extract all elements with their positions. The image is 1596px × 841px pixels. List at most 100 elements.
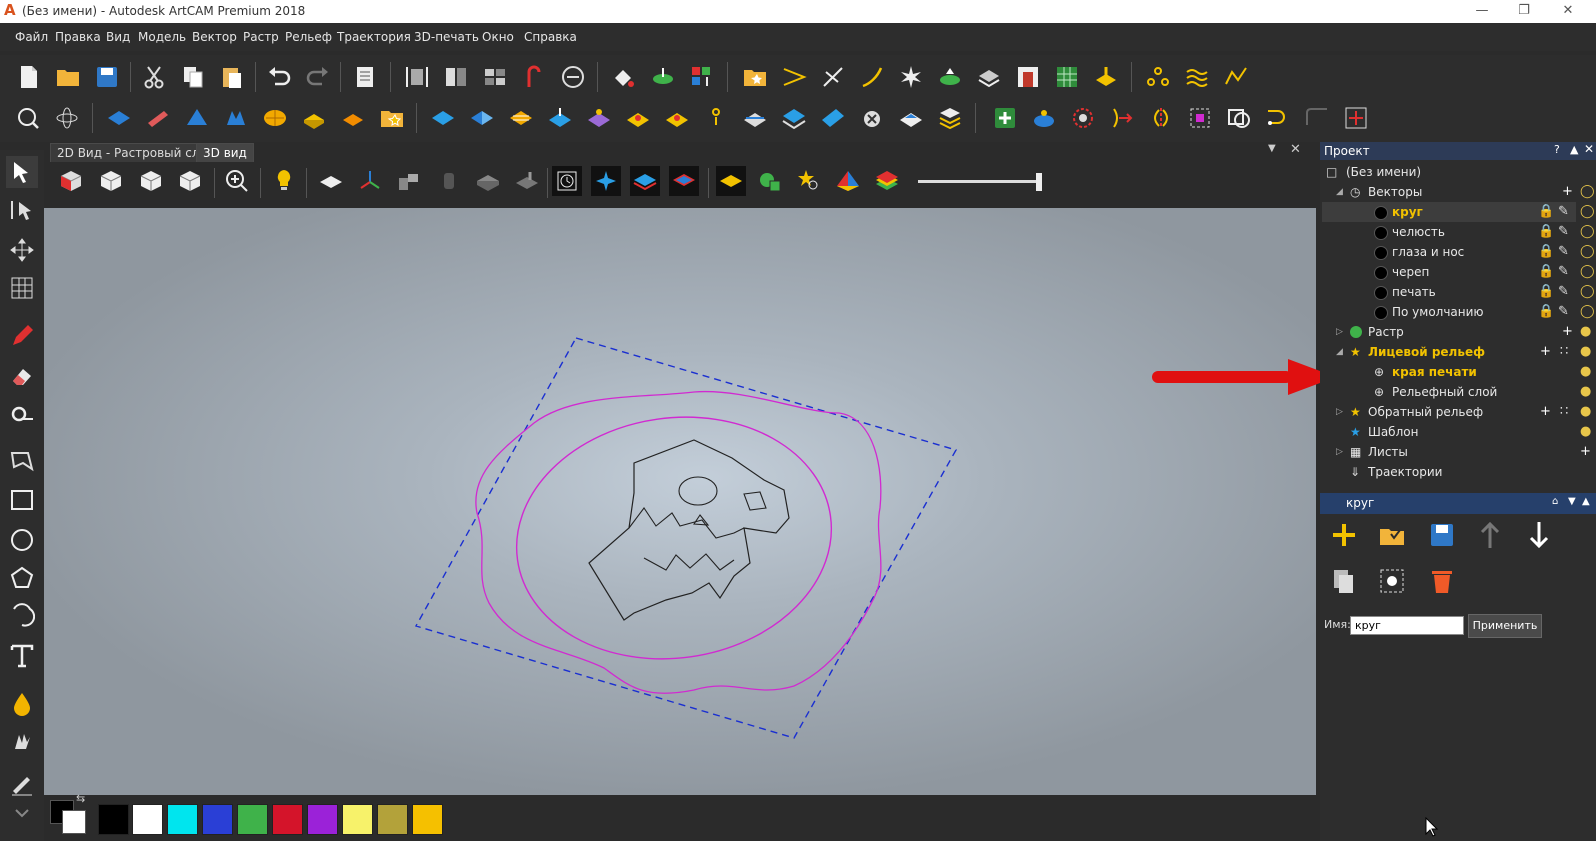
polyline-icon[interactable] (1221, 62, 1251, 92)
shape-combine-icon[interactable] (1224, 103, 1254, 133)
lock-icon[interactable]: 🔒 (1538, 302, 1554, 322)
save-icon[interactable] (92, 62, 122, 92)
layer-color-dot[interactable] (1374, 266, 1388, 280)
save-layer-button[interactable] (1426, 519, 1458, 551)
cylinder-icon[interactable] (434, 166, 464, 196)
secondary-color-swatch[interactable] (62, 810, 86, 834)
text-tool-icon[interactable] (6, 640, 38, 672)
axes-icon[interactable] (355, 166, 385, 196)
tree-item-relief-layer[interactable]: ⊕ Рельефный слой ● (1322, 382, 1591, 402)
split-view-icon[interactable] (441, 62, 471, 92)
swatch-black[interactable] (98, 804, 129, 835)
collapse-icon[interactable]: ▼ (1568, 496, 1576, 507)
tree-item-raster[interactable]: ▷ Растр + ● (1322, 322, 1592, 342)
expand-caret-icon[interactable]: ◢ (1336, 342, 1343, 362)
tree-item-glaza-i-nos[interactable]: глаза и нос 🔒 ✎ ◯ (1322, 242, 1595, 262)
3d-viewport[interactable] (44, 208, 1316, 795)
relief-plane-icon[interactable] (896, 103, 926, 133)
lighting-slider-track[interactable] (918, 180, 1038, 183)
new-file-icon[interactable] (14, 62, 44, 92)
relief-stripes-icon[interactable] (506, 103, 536, 133)
toolpath-yellow-icon[interactable] (1091, 62, 1121, 92)
pyramid-color-icon[interactable] (833, 166, 863, 196)
swatch-olive[interactable] (377, 804, 408, 835)
swatch-blue[interactable] (202, 804, 233, 835)
relief-library-stack-icon[interactable] (935, 103, 965, 133)
visibility-bulb-icon[interactable]: ◯ (1580, 222, 1595, 242)
tree-item-cherep[interactable]: череп 🔒 ✎ ◯ (1322, 262, 1595, 282)
add-layer-icon[interactable]: + (1540, 402, 1551, 422)
relief-point-icon[interactable] (701, 103, 731, 133)
open-layer-folder-button[interactable] (1376, 519, 1408, 551)
move-transform-icon[interactable] (6, 234, 38, 266)
menu-3dprint[interactable]: 3D-печать (414, 30, 479, 44)
relief-pot-icon[interactable] (1029, 103, 1059, 133)
node-edit-icon[interactable] (6, 194, 38, 226)
close-view-icon[interactable]: ✕ (1290, 142, 1301, 157)
polyline-tool-icon[interactable] (6, 444, 38, 476)
swatch-cyan[interactable] (167, 804, 198, 835)
relief-blue-1-icon[interactable] (428, 103, 458, 133)
visibility-bulb-icon[interactable]: ◯ (1580, 302, 1595, 322)
tree-item-default[interactable]: По умолчанию 🔒 ✎ ◯ (1322, 302, 1595, 322)
tile-icon[interactable] (480, 62, 510, 92)
layer-color-dot[interactable] (1374, 206, 1388, 220)
plane-view-icon[interactable] (316, 166, 346, 196)
tree-item-template[interactable]: ★ Шаблон ● (1322, 422, 1592, 442)
relief-tile-icon[interactable] (818, 103, 848, 133)
grid-options-icon[interactable]: ∷ (1560, 402, 1568, 422)
menu-model[interactable]: Модель (138, 30, 186, 44)
circle-tool-icon[interactable] (6, 524, 38, 556)
relief-erase-icon[interactable] (857, 103, 887, 133)
mirror-icon[interactable] (1146, 103, 1176, 133)
zoom-fit-icon[interactable] (13, 103, 43, 133)
expand-icon[interactable]: ▲ (1582, 496, 1590, 507)
relief-add-icon[interactable] (623, 103, 653, 133)
menu-vector[interactable]: Вектор (192, 30, 237, 44)
menu-file[interactable]: Файл (15, 30, 48, 44)
nodes-icon[interactable] (1143, 62, 1173, 92)
relief-layers-icon[interactable] (779, 103, 809, 133)
visibility-bulb-icon[interactable]: ◯ (1580, 262, 1595, 282)
layer-color-dot[interactable] (1374, 286, 1388, 300)
relief-library-icon[interactable] (377, 103, 407, 133)
open-folder-icon[interactable] (53, 62, 83, 92)
swatch-red[interactable] (272, 804, 303, 835)
flat-relief-icon[interactable] (299, 103, 329, 133)
collapse-caret-icon[interactable]: ▷ (1336, 322, 1343, 342)
collapse-caret-icon[interactable]: ▷ (1336, 442, 1343, 462)
view-iso-red-icon[interactable] (56, 166, 86, 196)
curve-icon[interactable] (857, 62, 887, 92)
light-bulb-icon[interactable] (269, 166, 299, 196)
redo-icon[interactable] (303, 62, 333, 92)
swatch-green[interactable] (237, 804, 268, 835)
tree-item-project-root[interactable]: □ (Без имени) (1322, 162, 1592, 182)
add-layer-icon[interactable]: + (1562, 322, 1573, 342)
swatch-gold[interactable] (412, 804, 443, 835)
zoom-icon[interactable] (222, 166, 252, 196)
view-top-icon[interactable] (175, 166, 205, 196)
notes-icon[interactable] (350, 62, 380, 92)
add-layer-button[interactable] (1328, 519, 1360, 551)
relief-subtract-icon[interactable] (662, 103, 692, 133)
add-layer-icon[interactable]: + (1540, 342, 1551, 362)
menu-window[interactable]: Окно (482, 30, 514, 44)
scatter-icon[interactable] (818, 62, 848, 92)
view-relief-red-icon[interactable] (669, 166, 699, 196)
open-curve-icon[interactable] (1302, 103, 1332, 133)
relief-slice-icon[interactable] (740, 103, 770, 133)
menu-relief[interactable]: Рельеф (285, 30, 332, 44)
sculpt-tool-icon[interactable] (6, 768, 38, 800)
machine-icon[interactable] (512, 166, 542, 196)
arc-tool-icon[interactable] (6, 600, 38, 632)
add-sheet-icon[interactable]: + (1580, 442, 1591, 462)
visibility-bulb-icon[interactable]: ◯ (1580, 242, 1595, 262)
expand-caret-icon[interactable]: ◢ (1336, 182, 1343, 202)
select-box-icon[interactable] (1185, 103, 1215, 133)
edit-layer-icon[interactable]: ✎ (1558, 282, 1569, 302)
paste-icon[interactable] (217, 62, 247, 92)
menu-raster[interactable]: Растр (243, 30, 279, 44)
lock-icon[interactable]: 🔒 (1538, 262, 1554, 282)
relief-blue-2-icon[interactable] (467, 103, 497, 133)
add-layer-icon[interactable]: + (1562, 182, 1573, 202)
